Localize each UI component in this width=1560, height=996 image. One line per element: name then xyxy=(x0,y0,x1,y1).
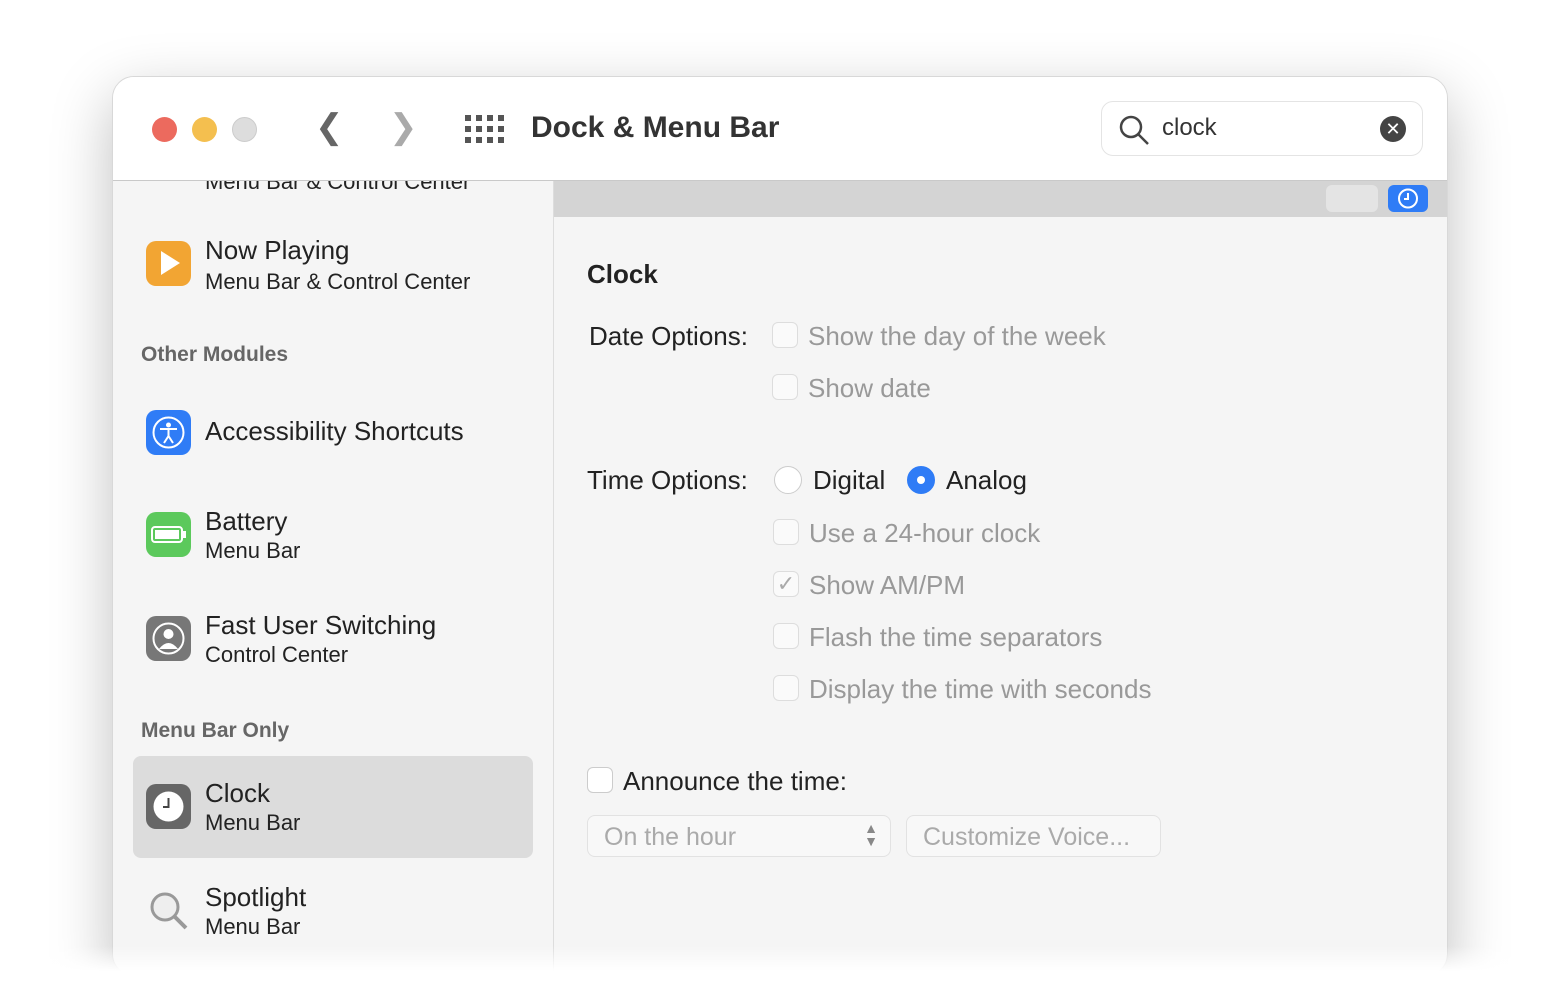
settings-window: ❮ ❯ Dock & Menu Bar ✕ Menu Bar & Control… xyxy=(112,76,1448,976)
back-button[interactable]: ❮ xyxy=(315,107,344,147)
titlebar: ❮ ❯ Dock & Menu Bar ✕ xyxy=(113,77,1447,181)
customize-voice-button[interactable]: Customize Voice... xyxy=(906,815,1161,857)
user-icon xyxy=(146,616,191,661)
magnifier-icon xyxy=(146,888,191,933)
sidebar-item-subtitle: Menu Bar xyxy=(205,538,301,563)
clock-tab-icon[interactable] xyxy=(1388,185,1428,212)
sidebar-item-battery[interactable]: Battery Menu Bar xyxy=(133,484,533,588)
search-field[interactable]: ✕ xyxy=(1101,101,1423,156)
up-down-chevron-icon: ▲ ▼ xyxy=(864,820,878,849)
show-day-checkbox[interactable] xyxy=(772,322,798,348)
control-center-toggle-icon[interactable] xyxy=(1326,185,1378,212)
sidebar-item-title: Battery xyxy=(205,506,288,536)
section-title: Clock xyxy=(587,259,658,289)
checkbox-label: Show AM/PM xyxy=(809,570,966,600)
radio-label: Digital xyxy=(813,465,886,495)
time-options-label: Time Options: xyxy=(587,465,748,495)
battery-icon xyxy=(146,512,191,557)
sidebar-item-title: Fast User Switching xyxy=(205,610,437,640)
sidebar-item-title: Accessibility Shortcuts xyxy=(205,416,464,446)
clock-pane: Clock Date Options: Show the day of the … xyxy=(554,181,1447,975)
select-value: On the hour xyxy=(604,823,737,851)
flash-separators-checkbox[interactable] xyxy=(773,623,799,649)
checkbox-label: Flash the time separators xyxy=(809,622,1103,652)
sidebar-item-title: Spotlight xyxy=(205,882,307,912)
checkbox-label: Use a 24-hour clock xyxy=(809,518,1041,548)
search-input[interactable] xyxy=(1162,114,1362,142)
checkbox-label: Display the time with seconds xyxy=(809,674,1152,704)
sidebar-item-clock[interactable]: Clock Menu Bar xyxy=(133,756,533,858)
show-all-grid-icon[interactable] xyxy=(465,115,504,143)
section-header: Other Modules xyxy=(141,343,289,366)
show-date-checkbox[interactable] xyxy=(772,374,798,400)
show-ampm-checkbox[interactable]: ✓ xyxy=(773,571,799,597)
sidebar-item-title: Now Playing xyxy=(205,235,350,265)
interval-select[interactable]: On the hour ▲ ▼ xyxy=(587,815,891,857)
pane-toolbar xyxy=(554,181,1447,217)
clear-search-icon[interactable]: ✕ xyxy=(1380,116,1406,142)
show-seconds-checkbox[interactable] xyxy=(773,675,799,701)
sidebar-item-fast-user-switching[interactable]: Fast User Switching Control Center xyxy=(133,588,533,692)
clock-icon xyxy=(146,784,191,829)
sidebar-item-spotlight[interactable]: Spotlight Menu Bar xyxy=(133,860,533,960)
analog-radio[interactable] xyxy=(907,466,935,494)
24-hour-checkbox[interactable] xyxy=(773,519,799,545)
digital-radio[interactable] xyxy=(774,466,802,494)
date-options-label: Date Options: xyxy=(589,321,748,351)
announce-time-checkbox[interactable] xyxy=(587,767,613,793)
play-icon xyxy=(146,241,191,286)
sidebar: Menu Bar & Control Center Now Playing Me… xyxy=(113,169,554,975)
sidebar-item-subtitle: Control Center xyxy=(205,642,349,667)
window-title: Dock & Menu Bar xyxy=(531,111,780,144)
sidebar-item-accessibility-shortcuts[interactable]: Accessibility Shortcuts xyxy=(133,380,533,484)
bottom-fade xyxy=(0,946,1560,996)
radio-label: Analog xyxy=(946,465,1027,495)
minimize-button[interactable] xyxy=(192,117,217,142)
close-button[interactable] xyxy=(152,117,177,142)
sidebar-item-now-playing[interactable]: Now Playing Menu Bar & Control Center xyxy=(133,213,533,317)
sidebar-item-subtitle: Menu Bar xyxy=(205,914,301,939)
sidebar-item-subtitle: Menu Bar & Control Center xyxy=(205,269,471,294)
search-icon xyxy=(1119,115,1149,145)
sidebar-item-subtitle: Menu Bar xyxy=(205,810,301,835)
checkbox-label: Announce the time: xyxy=(623,766,848,796)
forward-button[interactable]: ❯ xyxy=(389,107,418,147)
sidebar-item-title: Clock xyxy=(205,778,271,808)
checkbox-label: Show date xyxy=(808,373,931,403)
accessibility-icon xyxy=(146,410,191,455)
checkbox-label: Show the day of the week xyxy=(808,321,1106,351)
zoom-button[interactable] xyxy=(232,117,257,142)
section-header: Menu Bar Only xyxy=(141,719,290,742)
